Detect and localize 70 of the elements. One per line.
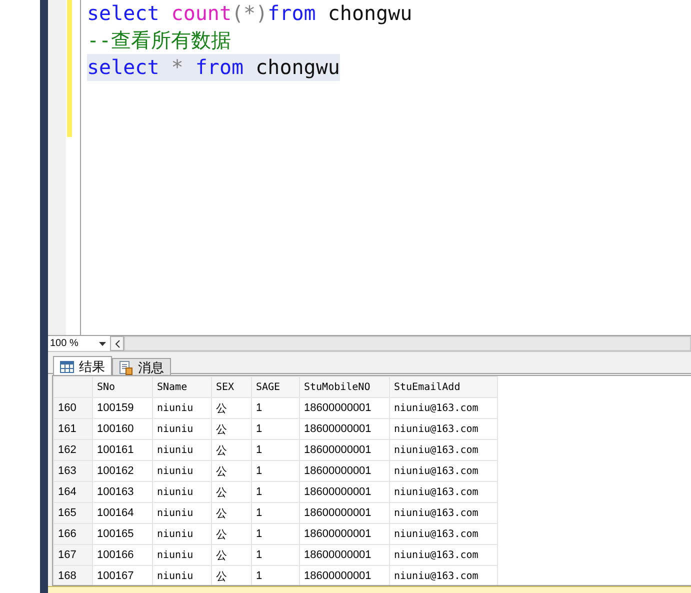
table-cell: 公 <box>212 418 252 440</box>
row-number: 164 <box>54 482 92 502</box>
table-cell: niuniu@163.com <box>390 524 498 544</box>
table-cell: niuniu@163.com <box>390 398 498 418</box>
table-cell: niuniu <box>152 524 212 544</box>
table-cell: 1 <box>252 502 300 524</box>
table-cell: 18600000001 <box>300 460 390 482</box>
row-number: 167 <box>54 544 92 566</box>
table-cell: 1 <box>252 418 300 440</box>
column-header[interactable]: SName <box>152 376 212 398</box>
code-line: --查看所有数据 <box>87 27 232 54</box>
column-header[interactable]: SEX <box>212 376 252 398</box>
row-number: 160 <box>54 398 92 418</box>
table-cell: 100164 <box>92 502 152 524</box>
table-cell: 100161 <box>92 440 152 460</box>
table-cell: 100163 <box>92 482 152 502</box>
table-cell: niuniu@163.com <box>390 502 498 524</box>
table-cell: niuniu@163.com <box>390 440 498 460</box>
table-cell: niuniu <box>152 482 212 502</box>
table-cell: niuniu <box>152 418 212 440</box>
row-number: 163 <box>54 460 92 482</box>
table-cell: 100165 <box>92 524 152 544</box>
table-cell: 公 <box>212 544 252 566</box>
result-tab[interactable]: 结果 <box>53 356 112 377</box>
table-cell: 1 <box>252 398 300 418</box>
table-cell: 公 <box>212 398 252 418</box>
table-cell: 18600000001 <box>300 524 390 544</box>
table-cell: 18600000001 <box>300 544 390 566</box>
dropdown-caret-icon <box>99 342 106 346</box>
table-cell: 18600000001 <box>300 398 390 418</box>
table-cell: 18600000001 <box>300 440 390 460</box>
table-cell: 1 <box>252 460 300 482</box>
table-cell: niuniu <box>152 460 212 482</box>
column-header[interactable]: StuEmailAdd <box>390 376 498 398</box>
table-cell: niuniu <box>152 440 212 460</box>
table-cell: 公 <box>212 460 252 482</box>
table-cell: 1 <box>252 524 300 544</box>
table-cell: 18600000001 <box>300 418 390 440</box>
table-cell: 100166 <box>92 544 152 566</box>
table-cell: 公 <box>212 502 252 524</box>
table-cell: niuniu@163.com <box>390 482 498 502</box>
table-cell: 1 <box>252 440 300 460</box>
horizontal-scrollbar[interactable] <box>124 336 691 351</box>
column-header[interactable]: SNo <box>92 376 152 398</box>
table-cell: niuniu@163.com <box>390 418 498 440</box>
table-cell: 100162 <box>92 460 152 482</box>
table-cell: 18600000001 <box>300 482 390 502</box>
column-header[interactable]: SAGE <box>252 376 300 398</box>
table-cell: niuniu <box>152 398 212 418</box>
column-header[interactable]: StuMobileNO <box>300 376 390 398</box>
table-cell: 1 <box>252 544 300 566</box>
row-number: 165 <box>54 502 92 524</box>
row-number: 161 <box>54 418 92 440</box>
table-cell: niuniu@163.com <box>390 460 498 482</box>
table-cell: 1 <box>252 482 300 502</box>
table-cell: 18600000001 <box>300 502 390 524</box>
table-cell: 100160 <box>92 418 152 440</box>
table-cell: niuniu@163.com <box>390 544 498 566</box>
table-cell: niuniu <box>152 544 212 566</box>
table-cell: 公 <box>212 524 252 544</box>
table-cell: 公 <box>212 440 252 460</box>
code-line: select count(*)from chongwu <box>87 0 412 27</box>
table-cell: 公 <box>212 482 252 502</box>
table-cell: 100159 <box>92 398 152 418</box>
table-cell: niuniu <box>152 502 212 524</box>
scroll-left-button[interactable] <box>110 336 124 351</box>
row-number: 168 <box>54 566 92 585</box>
grid-icon <box>60 361 74 373</box>
row-number: 162 <box>54 440 92 460</box>
row-number: 166 <box>54 524 92 544</box>
